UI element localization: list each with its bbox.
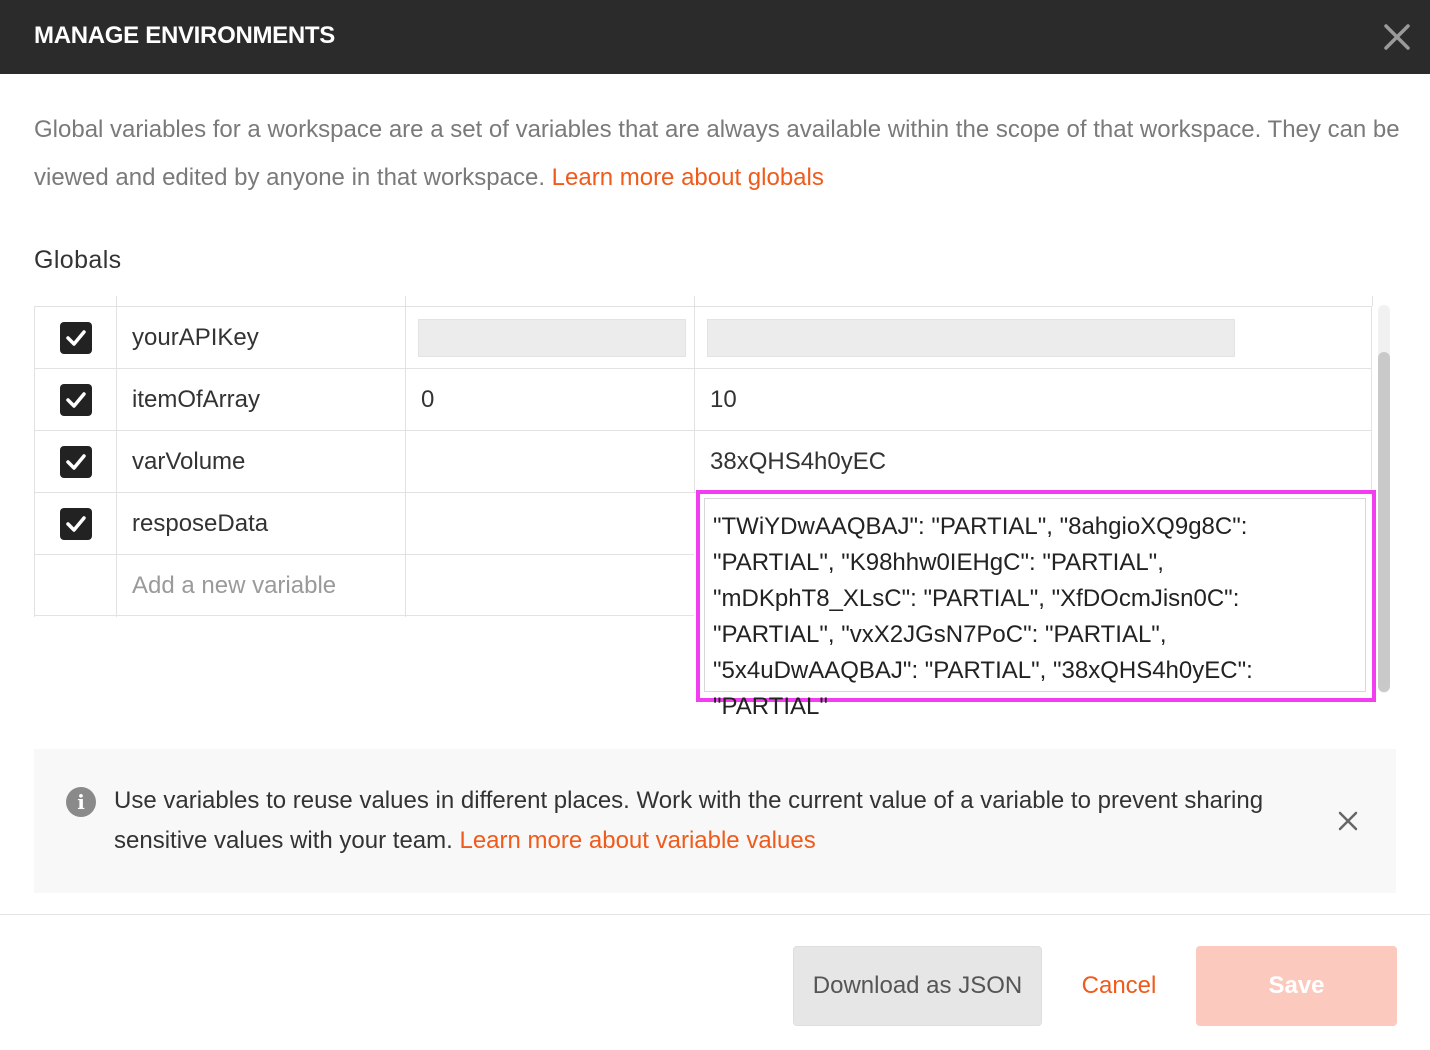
scrollbar-thumb[interactable]	[1378, 352, 1390, 692]
globals-heading: Globals	[34, 246, 122, 274]
footer-divider	[0, 914, 1430, 915]
current-value-editor-highlight: "TWiYDwAAQBAJ": "PARTIAL", "8ahgioXQ9g8C…	[696, 490, 1376, 720]
variable-row: yourAPIKey	[34, 306, 1372, 369]
check-icon	[65, 454, 86, 470]
new-initial-value[interactable]	[405, 555, 694, 617]
close-icon[interactable]	[1378, 18, 1416, 56]
check-icon	[65, 392, 86, 408]
variable-checkbox[interactable]	[59, 384, 92, 416]
column-divider	[1372, 296, 1373, 306]
new-variable-row: Add a new variable	[34, 554, 694, 617]
info-icon: i	[66, 787, 96, 817]
intro-paragraph: Global variables for a workspace are a s…	[34, 106, 1404, 202]
variable-key[interactable]: resposeData	[116, 493, 405, 555]
download-json-button[interactable]: Download as JSON	[793, 946, 1042, 1026]
learn-more-globals-link[interactable]: Learn more about globals	[552, 164, 824, 191]
cancel-button[interactable]: Cancel	[1062, 946, 1176, 1026]
initial-value[interactable]	[405, 431, 694, 493]
variable-row: varVolume 38xQHS4h0yEC	[34, 430, 1372, 493]
table-top-edge	[34, 296, 1373, 306]
variables-table: yourAPIKey itemOfArray 0 10 varVolume 38…	[34, 296, 1376, 720]
initial-value[interactable]: 0	[405, 369, 694, 431]
variable-checkbox[interactable]	[59, 322, 92, 354]
info-text-block: Use variables to reuse values in differe…	[114, 781, 1264, 861]
variable-row: itemOfArray 0 10	[34, 368, 1372, 431]
current-value-editor[interactable]: "TWiYDwAAQBAJ": "PARTIAL", "8ahgioXQ9g8C…	[704, 498, 1366, 720]
column-divider	[405, 296, 406, 306]
check-icon	[65, 516, 86, 532]
enable-cell	[34, 307, 116, 369]
close-icon[interactable]	[1336, 809, 1360, 833]
masked-current-value	[707, 319, 1235, 357]
enable-cell	[34, 431, 116, 493]
add-variable-input[interactable]: Add a new variable	[116, 555, 405, 617]
initial-value-cell[interactable]	[405, 307, 694, 369]
variable-checkbox[interactable]	[59, 446, 92, 478]
enable-cell	[34, 369, 116, 431]
info-banner: i Use variables to reuse values in diffe…	[34, 749, 1396, 893]
variable-key[interactable]: itemOfArray	[116, 369, 405, 431]
save-button[interactable]: Save	[1196, 946, 1397, 1026]
current-value-cell[interactable]	[694, 307, 1372, 369]
enable-cell	[34, 493, 116, 555]
column-divider	[116, 296, 117, 306]
variable-checkbox[interactable]	[59, 508, 92, 540]
enable-cell	[34, 555, 116, 617]
modal-header: MANAGE ENVIRONMENTS	[0, 0, 1430, 74]
current-value[interactable]: 38xQHS4h0yEC	[694, 431, 1372, 493]
masked-initial-value	[418, 319, 686, 357]
learn-more-variable-values-link[interactable]: Learn more about variable values	[459, 827, 815, 854]
column-divider	[694, 296, 695, 306]
variable-key[interactable]: varVolume	[116, 431, 405, 493]
variable-key[interactable]: yourAPIKey	[116, 307, 405, 369]
initial-value[interactable]	[405, 493, 694, 555]
modal-title: MANAGE ENVIRONMENTS	[34, 22, 335, 49]
current-value[interactable]: 10	[694, 369, 1372, 431]
check-icon	[65, 330, 86, 346]
